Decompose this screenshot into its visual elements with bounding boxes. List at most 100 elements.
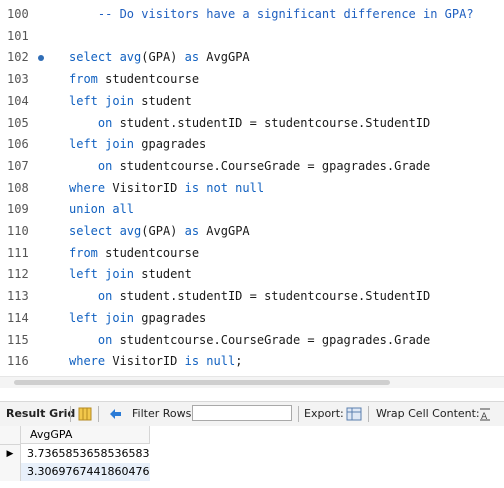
- code-text: union all: [69, 199, 134, 220]
- line-number: 116: [7, 354, 29, 369]
- sql-keyword: union all: [69, 202, 135, 217]
- code-text: from studentcourse: [69, 243, 199, 264]
- sql-keyword: on: [69, 115, 113, 130]
- sql-editor[interactable]: 100 -- Do visitors have a significant di…: [0, 0, 504, 375]
- code-text: from studentcourse: [69, 69, 199, 90]
- sql-token: studentcourse.CourseGrade = gpagrades.Gr…: [112, 158, 431, 173]
- result-grid: AvgGPA ▶ 3.7365853658536583 3.3069767441…: [0, 426, 504, 488]
- sql-keyword: avg: [119, 224, 142, 238]
- grid-form-icon[interactable]: [78, 402, 92, 426]
- line-number: 102: [7, 50, 29, 65]
- row-selected-indicator: ▶: [0, 445, 21, 463]
- wrap-text-icon[interactable]: A: [479, 402, 491, 426]
- code-line[interactable]: 103 from studentcourse: [0, 69, 504, 90]
- refresh-arrows-icon[interactable]: [108, 402, 124, 426]
- toolbar-separator: [98, 406, 99, 422]
- code-text: left join gpagrades: [69, 308, 206, 329]
- code-line[interactable]: 107 on studentcourse.CourseGrade = gpagr…: [0, 156, 504, 177]
- code-line[interactable]: 102 select avg(GPA) as AvgGPA: [0, 47, 504, 68]
- current-statement-marker-icon: [38, 55, 44, 62]
- filter-rows-input[interactable]: [192, 405, 292, 421]
- line-number: 107: [7, 158, 29, 173]
- code-line[interactable]: 109 union all: [0, 199, 504, 220]
- code-line[interactable]: 112 left join student: [0, 264, 504, 285]
- row-header-corner: [0, 426, 21, 445]
- line-number: 105: [7, 115, 29, 130]
- line-number: 111: [7, 245, 29, 260]
- sql-keyword: left join: [69, 267, 135, 282]
- code-text: select avg(GPA) as AvgGPA: [69, 47, 250, 68]
- sql-token: studentcourse.CourseGrade = gpagrades.Gr…: [112, 332, 431, 347]
- sql-token: VisitorID: [105, 180, 185, 195]
- sql-keyword: as: [184, 50, 200, 65]
- code-text: left join student: [69, 91, 192, 112]
- code-line[interactable]: 101: [0, 26, 504, 47]
- sql-token: student: [134, 267, 192, 282]
- sql-comment: -- Do visitors have a significant differ…: [69, 7, 474, 21]
- code-text: left join student: [69, 264, 192, 285]
- sql-token: (GPA): [141, 224, 185, 238]
- code-line[interactable]: 108 where VisitorID is not null: [0, 178, 504, 199]
- code-line[interactable]: 116 where VisitorID is null;: [0, 351, 504, 372]
- sql-token: gpagrades: [134, 137, 207, 152]
- code-line[interactable]: 100 -- Do visitors have a significant di…: [0, 4, 504, 25]
- code-text: on studentcourse.CourseGrade = gpagrades…: [69, 330, 430, 351]
- toolbar-separator: [70, 406, 71, 422]
- sql-keyword: from: [69, 245, 98, 260]
- sql-keyword: on: [69, 289, 113, 304]
- sql-keyword: select: [69, 50, 120, 65]
- line-number: 113: [7, 289, 29, 304]
- export-icon[interactable]: [346, 402, 362, 426]
- editor-horizontal-scrollbar[interactable]: [0, 376, 504, 388]
- code-line[interactable]: 114 left join gpagrades: [0, 308, 504, 329]
- code-line[interactable]: 115 on studentcourse.CourseGrade = gpagr…: [0, 330, 504, 351]
- code-line[interactable]: 113 on student.studentID = studentcourse…: [0, 286, 504, 307]
- code-line[interactable]: 110 select avg(GPA) as AvgGPA: [0, 221, 504, 242]
- code-line[interactable]: 105 on student.studentID = studentcourse…: [0, 113, 504, 134]
- sql-keyword: on: [69, 158, 113, 173]
- sql-keyword: on: [69, 332, 113, 347]
- sql-token: student.studentID = studentcourse.Studen…: [112, 115, 431, 130]
- result-toolbar: Result Grid Filter Rows: Export: Wrap Ce…: [0, 401, 504, 427]
- sql-keyword: select: [69, 224, 120, 238]
- table-cell[interactable]: 3.7365853658536583: [21, 445, 150, 463]
- code-line[interactable]: 111 from studentcourse: [0, 243, 504, 264]
- code-line[interactable]: 104 left join student: [0, 91, 504, 112]
- code-text: -- Do visitors have a significant differ…: [69, 4, 474, 25]
- sql-token: studentcourse: [97, 72, 200, 87]
- line-number: 103: [7, 72, 29, 87]
- code-text: on student.studentID = studentcourse.Stu…: [69, 286, 430, 307]
- line-number: 100: [7, 7, 29, 21]
- toolbar-separator: [368, 406, 369, 422]
- line-number: 108: [7, 180, 29, 195]
- sql-keyword: where: [69, 354, 106, 369]
- row-header: [0, 463, 21, 481]
- sql-token: gpagrades: [134, 310, 207, 325]
- sql-keyword: is null: [184, 354, 236, 369]
- sql-token: (GPA): [141, 50, 185, 65]
- column-header[interactable]: AvgGPA: [21, 426, 150, 444]
- sql-token: AvgGPA: [199, 224, 250, 238]
- sql-keyword: left join: [69, 93, 135, 108]
- sql-token: studentcourse: [97, 245, 200, 260]
- sql-keyword: left join: [69, 137, 135, 152]
- sql-keyword: avg: [119, 50, 142, 65]
- sql-keyword: left join: [69, 310, 135, 325]
- code-text: on student.studentID = studentcourse.Stu…: [69, 113, 430, 134]
- scrollbar-thumb[interactable]: [14, 380, 390, 385]
- line-number: 114: [7, 310, 29, 325]
- result-grid-tab[interactable]: Result Grid: [6, 402, 75, 426]
- sql-keyword: as: [184, 224, 200, 238]
- sql-keyword: from: [69, 72, 98, 87]
- table-cell[interactable]: 3.3069767441860476: [21, 463, 150, 481]
- line-number: 110: [7, 224, 29, 238]
- line-number: 112: [7, 267, 29, 282]
- code-line[interactable]: 106 left join gpagrades: [0, 134, 504, 155]
- filter-rows-label: Filter Rows:: [132, 407, 196, 420]
- line-number: 109: [7, 202, 29, 217]
- sql-token: student.studentID = studentcourse.Studen…: [112, 289, 431, 304]
- line-number: 101: [7, 28, 29, 43]
- line-number: 104: [7, 93, 29, 108]
- code-text: where VisitorID is not null: [69, 178, 264, 199]
- code-text: select avg(GPA) as AvgGPA: [69, 221, 250, 242]
